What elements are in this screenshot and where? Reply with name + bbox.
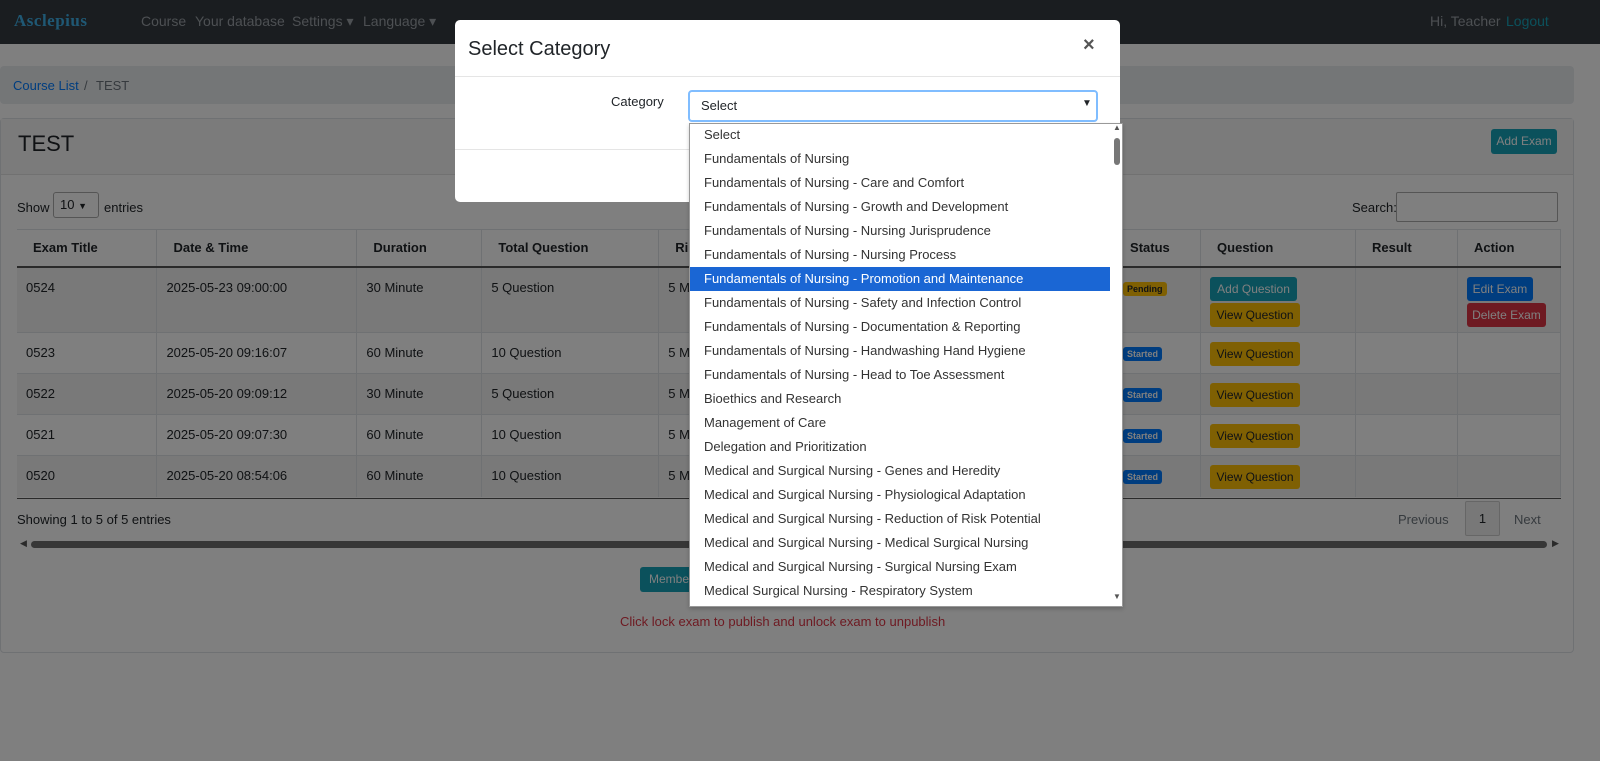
close-icon[interactable]: ×: [1083, 34, 1095, 57]
category-select[interactable]: Select ▼: [688, 90, 1098, 122]
category-option[interactable]: Medical and Surgical Nursing - Genes and…: [690, 459, 1110, 483]
chevron-down-icon: ▼: [1082, 98, 1092, 109]
scroll-down-icon[interactable]: ▼: [1113, 592, 1121, 601]
category-option[interactable]: Bioethics and Research: [690, 387, 1110, 411]
category-dropdown-list: Select Fundamentals of Nursing Fundament…: [689, 123, 1123, 607]
category-option[interactable]: Medical and Surgical Nursing - Medical S…: [690, 531, 1110, 555]
modal-title: Select Category: [468, 38, 611, 60]
category-option[interactable]: Fundamentals of Nursing: [690, 147, 1110, 171]
category-option[interactable]: Fundamentals of Nursing - Nursing Proces…: [690, 243, 1110, 267]
category-option[interactable]: Medical and Surgical Nursing - Physiolog…: [690, 483, 1110, 507]
category-option[interactable]: Select: [690, 123, 1110, 147]
dropdown-scroll-thumb[interactable]: [1114, 138, 1120, 165]
category-option[interactable]: Fundamentals of Nursing - Growth and Dev…: [690, 195, 1110, 219]
category-option[interactable]: Fundamentals of Nursing - Handwashing Ha…: [690, 339, 1110, 363]
category-option[interactable]: Management of Care: [690, 411, 1110, 435]
modal-header-divider: [455, 76, 1120, 77]
category-select-value: Select: [701, 98, 738, 113]
category-label: Category: [611, 94, 664, 109]
category-option[interactable]: Medical and Surgical Nursing - Reduction…: [690, 507, 1110, 531]
category-option[interactable]: Medical Surgical Nursing - Respiratory S…: [690, 579, 1110, 603]
category-option[interactable]: Fundamentals of Nursing - Safety and Inf…: [690, 291, 1110, 315]
category-option[interactable]: Delegation and Prioritization: [690, 435, 1110, 459]
category-option[interactable]: Fundamentals of Nursing - Care and Comfo…: [690, 171, 1110, 195]
category-option-highlighted[interactable]: Fundamentals of Nursing - Promotion and …: [690, 267, 1110, 291]
dropdown-scrollbar[interactable]: ▲ ▼: [1111, 123, 1123, 606]
category-option[interactable]: Medical and Surgical Nursing - Surgical …: [690, 555, 1110, 579]
category-option[interactable]: Fundamentals of Nursing - Nursing Jurisp…: [690, 219, 1110, 243]
scroll-up-icon[interactable]: ▲: [1113, 123, 1121, 132]
category-option[interactable]: Fundamentals of Nursing - Head to Toe As…: [690, 363, 1110, 387]
category-option[interactable]: Fundamentals of Nursing - Documentation …: [690, 315, 1110, 339]
